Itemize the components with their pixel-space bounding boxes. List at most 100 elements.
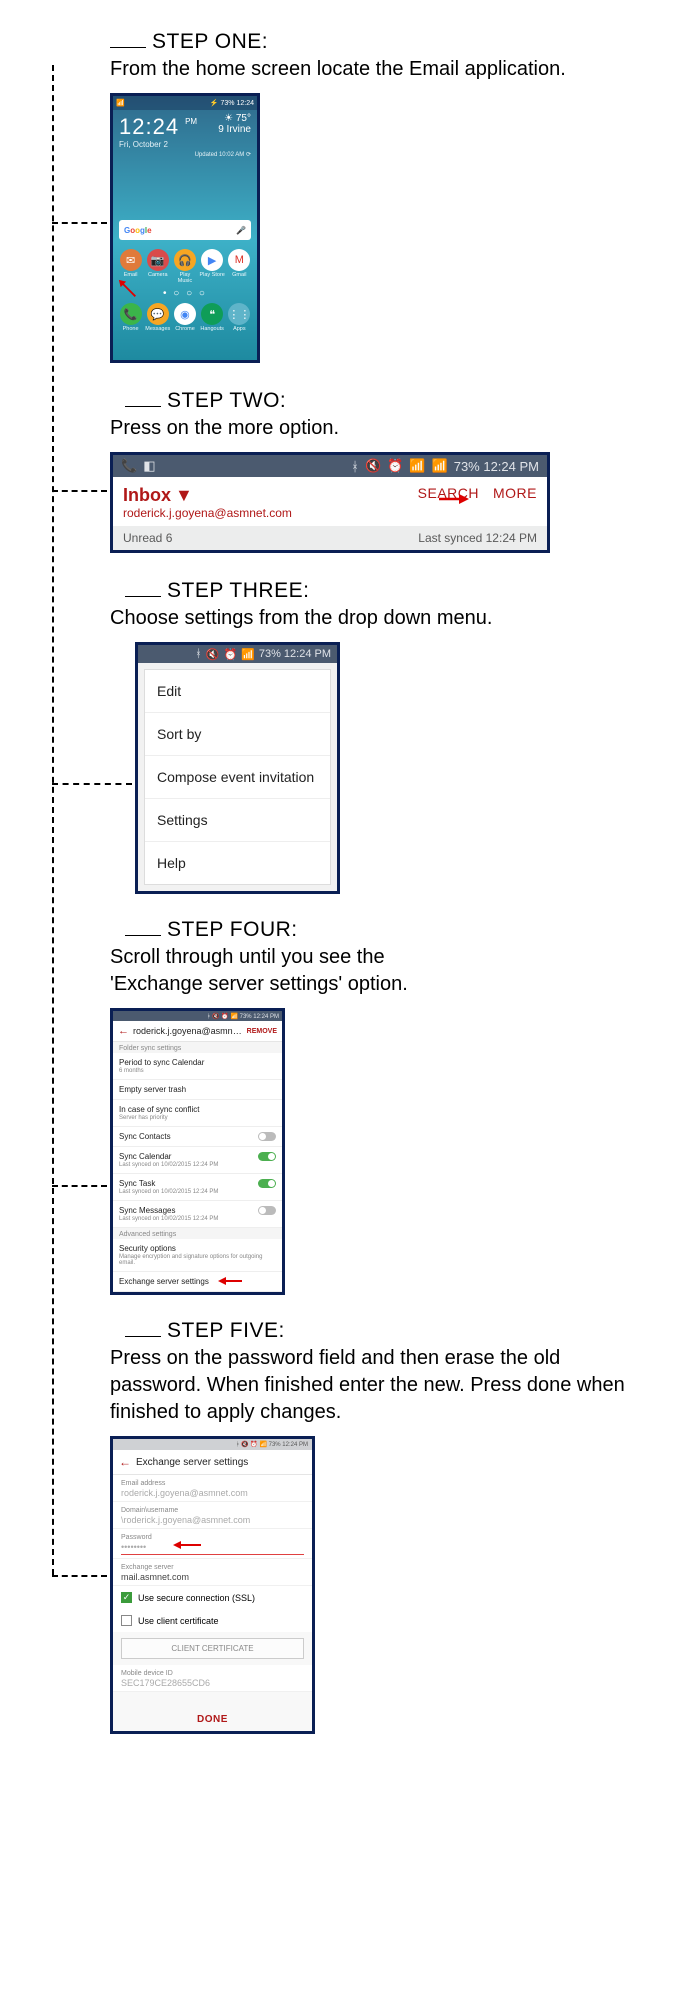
- row-sync-conflict[interactable]: In case of sync conflictServer has prior…: [113, 1100, 282, 1127]
- advanced-section: Advanced settings: [113, 1228, 282, 1239]
- hangouts-app-icon[interactable]: ❝: [201, 303, 223, 325]
- step4-screenshot: ᚼ 🔇 ⏰ 📶 73% 12:24 PM ← roderick.j.goyena…: [110, 1008, 285, 1295]
- step-four-desc: Scroll through until you see the 'Exchan…: [110, 944, 470, 998]
- toggle-icon[interactable]: [258, 1152, 276, 1161]
- google-search-bar[interactable]: Google 🎤: [119, 220, 251, 240]
- step-five: STEP FIVE: Press on the password field a…: [70, 1319, 660, 1734]
- step-one-label: STEP ONE:: [152, 30, 268, 54]
- signal-icon: 📶: [432, 458, 448, 474]
- checkbox-icon: [121, 1615, 132, 1626]
- step3-screenshot: ᚼ 🔇 ⏰ 📶 73% 12:24 PM Edit Sort by Compos…: [135, 642, 340, 894]
- field-device-id: Mobile device ID SEC179CE28655CD6: [113, 1665, 312, 1692]
- page-indicator: • ○ ○ ○: [113, 287, 257, 300]
- toggle-icon[interactable]: [258, 1132, 276, 1141]
- row-sync-calendar[interactable]: Sync CalendarLast synced on 10/02/2015 1…: [113, 1147, 282, 1174]
- client-certificate-button[interactable]: CLIENT CERTIFICATE: [121, 1638, 304, 1659]
- toggle-icon[interactable]: [258, 1179, 276, 1188]
- back-icon[interactable]: ←: [119, 1455, 131, 1469]
- menu-item-compose[interactable]: Compose event invitation: [145, 756, 330, 799]
- tutorial-document: STEP ONE: From the home screen locate th…: [0, 0, 700, 2004]
- step-two-desc: Press on the more option.: [110, 415, 660, 442]
- playstore-app-icon[interactable]: ▶: [201, 249, 223, 271]
- remove-button[interactable]: REMOVE: [247, 1028, 277, 1035]
- status-left: 📶: [116, 99, 125, 107]
- bluetooth-icon: ᚼ: [195, 648, 202, 660]
- clock-widget: 12:24 PM ☀ 75° 9 Irvine: [113, 110, 257, 140]
- connector-step1: [52, 222, 107, 224]
- alarm-icon: ⏰: [387, 458, 403, 474]
- bluetooth-icon: ᚼ: [351, 459, 359, 474]
- status-bar: ᚼ 🔇 ⏰ 📶 73% 12:24 PM: [113, 1011, 282, 1021]
- step-two-label: STEP TWO:: [167, 389, 286, 413]
- menu-item-edit[interactable]: Edit: [145, 670, 330, 713]
- row-sync-contacts[interactable]: Sync Contacts: [113, 1127, 282, 1147]
- chrome-app-icon[interactable]: ◉: [174, 303, 196, 325]
- last-synced: Last synced 12:24 PM: [418, 531, 537, 545]
- notification-icon: 📞: [121, 458, 137, 474]
- field-email[interactable]: Email address roderick.j.goyena@asmnet.c…: [113, 1475, 312, 1502]
- step2-screenshot: 📞 ◧ ᚼ 🔇 ⏰ 📶 📶 73% 12:24 PM Inbox ▼: [110, 452, 550, 553]
- inbox-dropdown[interactable]: Inbox ▼: [123, 485, 292, 506]
- field-password[interactable]: Password ••••••••: [113, 1529, 312, 1559]
- connector-step3: [52, 783, 132, 785]
- row-empty-trash[interactable]: Empty server trash: [113, 1080, 282, 1100]
- settings-titlebar: ← Exchange server settings: [113, 1450, 312, 1475]
- checkbox-ssl[interactable]: ✓ Use secure connection (SSL): [113, 1586, 312, 1609]
- more-button[interactable]: MORE: [493, 485, 537, 501]
- back-icon[interactable]: ←: [118, 1025, 129, 1037]
- account-email: roderick.j.goyena@asmnet.com: [123, 506, 292, 520]
- email-app-icon[interactable]: ✉: [120, 249, 142, 271]
- battery-text: 73% 12:24 PM: [259, 648, 331, 660]
- email-subheader: Unread 6 Last synced 12:24 PM: [113, 526, 547, 550]
- menu-item-settings[interactable]: Settings: [145, 799, 330, 842]
- step-one: STEP ONE: From the home screen locate th…: [70, 30, 660, 363]
- mic-icon[interactable]: 🎤: [236, 226, 246, 235]
- weather-widget: ☀ 75° 9 Irvine: [218, 114, 251, 135]
- more-dropdown-menu: Edit Sort by Compose event invitation Se…: [144, 669, 331, 885]
- checkbox-icon: ✓: [121, 1592, 132, 1603]
- done-button[interactable]: DONE: [113, 1706, 312, 1731]
- search-button[interactable]: SEARCH: [418, 485, 479, 501]
- camera-app-icon[interactable]: 📷: [147, 249, 169, 271]
- weather-updated: Updated 10:02 AM ⟳: [113, 151, 257, 160]
- checkbox-client-cert[interactable]: Use client certificate: [113, 1609, 312, 1632]
- clock-ampm: PM: [185, 117, 197, 126]
- step-three-desc: Choose settings from the drop down menu.: [110, 605, 660, 632]
- mute-icon: 🔇: [206, 648, 220, 661]
- wifi-icon: 📶: [241, 648, 255, 661]
- step-two: STEP TWO: Press on the more option. 📞 ◧ …: [70, 389, 660, 553]
- apps-drawer-icon[interactable]: ⋮⋮: [228, 303, 250, 325]
- phone-app-icon[interactable]: 📞: [120, 303, 142, 325]
- battery-text: 73% 12:24 PM: [454, 459, 539, 474]
- toggle-icon[interactable]: [258, 1206, 276, 1215]
- row-security-options[interactable]: Security optionsManage encryption and si…: [113, 1239, 282, 1272]
- status-bar: ᚼ 🔇 ⏰ 📶 73% 12:24 PM: [138, 645, 337, 663]
- google-logo-icon: Google: [124, 226, 152, 235]
- field-domain[interactable]: Domain\username \roderick.j.goyena@asmne…: [113, 1502, 312, 1529]
- status-bar: 📞 ◧ ᚼ 🔇 ⏰ 📶 📶 73% 12:24 PM: [113, 455, 547, 477]
- folder-sync-section: Folder sync settings: [113, 1042, 282, 1053]
- email-header: Inbox ▼ roderick.j.goyena@asmnet.com SEA…: [113, 477, 547, 526]
- row-sync-messages[interactable]: Sync MessagesLast synced on 10/02/2015 1…: [113, 1201, 282, 1228]
- row-period-calendar[interactable]: Period to sync Calendar6 months: [113, 1053, 282, 1080]
- screen-title: Exchange server settings: [136, 1457, 248, 1468]
- wifi-icon: 📶: [409, 458, 425, 474]
- row-exchange-server-settings[interactable]: Exchange server settings: [113, 1272, 282, 1292]
- messages-app-icon[interactable]: 💬: [147, 303, 169, 325]
- connector-step2: [52, 490, 107, 492]
- step1-screenshot: 📶 ⚡ 73% 12:24 12:24 PM ☀ 75° 9 Irvine Fr…: [110, 93, 260, 363]
- step-five-desc: Press on the password field and then era…: [110, 1345, 630, 1426]
- menu-item-help[interactable]: Help: [145, 842, 330, 884]
- playmusic-app-icon[interactable]: 🎧: [174, 249, 196, 271]
- row-sync-task[interactable]: Sync TaskLast synced on 10/02/2015 12:24…: [113, 1174, 282, 1201]
- clock-time: 12:24: [119, 114, 179, 140]
- step-one-desc: From the home screen locate the Email ap…: [110, 56, 660, 83]
- menu-item-sortby[interactable]: Sort by: [145, 713, 330, 756]
- gmail-app-icon[interactable]: M: [228, 249, 250, 271]
- notification-icon: ◧: [143, 458, 155, 474]
- field-server[interactable]: Exchange server mail.asmnet.com: [113, 1559, 312, 1586]
- step-three: STEP THREE: Choose settings from the dro…: [70, 579, 660, 894]
- input-focus-line: [121, 1554, 304, 1555]
- step-three-label: STEP THREE:: [167, 579, 309, 603]
- app-row: ✉Email 📷Camera 🎧Play Music ▶Play Store M…: [113, 246, 257, 287]
